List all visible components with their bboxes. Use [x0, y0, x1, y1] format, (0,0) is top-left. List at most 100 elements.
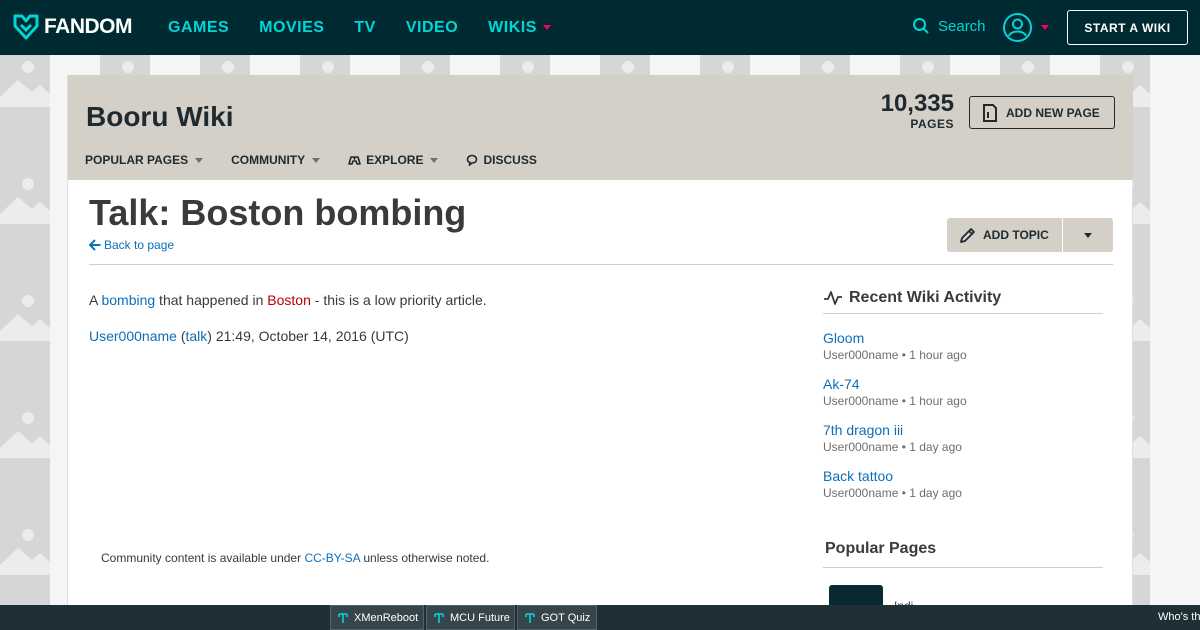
license-link[interactable]: CC-BY-SA [304, 551, 360, 565]
wiki-header: Booru Wiki 10,335 PAGES ADD NEW PAGE POP… [68, 75, 1133, 180]
page-count-number: 10,335 [880, 90, 954, 117]
wiki-name[interactable]: Booru Wiki [86, 101, 234, 133]
timestamp: ) 21:49, October 14, 2016 (UTC) [207, 328, 409, 344]
activity-meta: User000name • 1 hour ago [823, 348, 967, 362]
new-page-icon [983, 103, 997, 122]
activity-item: Gloom User000name • 1 hour ago [823, 330, 967, 362]
text: A [89, 292, 102, 308]
divider [823, 313, 1103, 314]
arrow-left-icon [89, 239, 101, 251]
antenna-icon [338, 612, 348, 623]
fandom-logo[interactable]: FANDOM [12, 13, 133, 41]
activity-icon [824, 291, 842, 305]
add-topic-label: ADD TOPIC [983, 228, 1049, 242]
fandom-logo-text: FANDOM [44, 15, 133, 38]
license-note: Community content is available under CC-… [101, 551, 489, 565]
trending-label: GOT Quiz [541, 611, 591, 624]
tab-discuss[interactable]: DISCUSS [466, 153, 537, 167]
text: - this is a low priority article. [310, 292, 487, 308]
trending-item-got-quiz[interactable]: GOT Quiz [517, 605, 597, 630]
bombing-link[interactable]: bombing [101, 292, 155, 308]
discuss-icon [467, 154, 478, 166]
start-a-wiki-button[interactable]: START A WIKI [1067, 10, 1188, 45]
trending-label: XMenReboot [354, 611, 419, 624]
signature: User000name (talk) 21:49, October 14, 20… [89, 328, 409, 344]
nav-link-label: MOVIES [259, 18, 325, 36]
popular-pages-title: Popular Pages [825, 540, 937, 557]
add-new-page-button[interactable]: ADD NEW PAGE [969, 96, 1115, 129]
tab-label: DISCUSS [483, 153, 537, 167]
recent-activity-label: Recent Wiki Activity [849, 289, 1002, 306]
text: Community content is available under [101, 551, 305, 565]
recent-activity-title: Recent Wiki Activity [823, 289, 1001, 307]
boston-link[interactable]: Boston [267, 292, 311, 308]
nav-link-tv[interactable]: TV [354, 19, 375, 37]
pencil-icon [960, 228, 975, 243]
nav-links: GAMES MOVIES TV VIDEO WIKIS [168, 0, 581, 55]
bottom-trending-bar: XMenReboot MCU Future GOT Quiz Who's th [0, 605, 1200, 630]
nav-link-label: VIDEO [405, 18, 459, 36]
user-avatar-icon [1003, 13, 1032, 42]
user-menu[interactable] [1002, 12, 1049, 43]
add-topic-dropdown[interactable] [1063, 218, 1113, 252]
activity-item: Back tattoo User000name • 1 day ago [823, 468, 962, 500]
tab-label: EXPLORE [366, 153, 424, 167]
activity-meta: User000name • 1 hour ago [823, 394, 967, 408]
activity-item: Ak-74 User000name • 1 hour ago [823, 376, 967, 408]
trending-label: MCU Future [450, 611, 510, 624]
content-paragraph: A bombing that happened in Boston - this… [89, 292, 487, 308]
nav-link-wikis[interactable]: WIKIS [488, 19, 551, 37]
chevron-down-icon [195, 157, 204, 163]
text: that happened in [155, 292, 268, 308]
tab-label: COMMUNITY [231, 153, 306, 167]
tab-community[interactable]: COMMUNITY [231, 153, 321, 167]
page-title: Talk: Boston bombing [89, 192, 467, 233]
tab-label: POPULAR PAGES [85, 153, 189, 167]
fandom-heart-icon [13, 14, 39, 40]
nav-link-label: GAMES [168, 18, 230, 36]
chevron-down-icon [430, 157, 439, 163]
divider [823, 567, 1103, 568]
divider [89, 264, 1113, 265]
tab-popular-pages[interactable]: POPULAR PAGES [85, 153, 204, 167]
activity-meta: User000name • 1 day ago [823, 440, 962, 454]
global-navigation: FANDOM GAMES MOVIES TV VIDEO WIKIS Searc… [0, 0, 1200, 55]
back-to-page-link[interactable]: Back to page [89, 238, 174, 252]
chevron-down-icon [1084, 232, 1092, 238]
add-new-page-label: ADD NEW PAGE [1006, 105, 1100, 120]
explore-icon [348, 155, 361, 165]
nav-link-video[interactable]: VIDEO [406, 19, 458, 37]
trending-item-xmenreboot[interactable]: XMenReboot [330, 605, 424, 630]
nav-link-games[interactable]: GAMES [168, 19, 229, 37]
activity-link[interactable]: Ak-74 [823, 376, 967, 392]
back-link-label: Back to page [104, 238, 175, 252]
trending-item-mcu-future[interactable]: MCU Future [426, 605, 515, 630]
activity-link[interactable]: Back tattoo [823, 468, 962, 484]
add-topic-button[interactable]: ADD TOPIC [947, 218, 1063, 252]
search-icon [913, 18, 929, 34]
search-label: Search [938, 17, 986, 35]
page-count-label: PAGES [910, 117, 954, 131]
chevron-down-icon [542, 25, 551, 30]
add-topic-group: ADD TOPIC [947, 218, 1113, 252]
activity-link[interactable]: Gloom [823, 330, 967, 346]
activity-meta: User000name • 1 day ago [823, 486, 962, 500]
nav-link-label: WIKIS [488, 18, 537, 36]
wiki-tabs: POPULAR PAGES COMMUNITY EXPLORE DISCUSS [85, 153, 565, 167]
talk-link[interactable]: talk [186, 328, 208, 344]
tab-explore[interactable]: EXPLORE [348, 153, 439, 167]
chevron-down-icon [312, 157, 321, 163]
nav-link-movies[interactable]: MOVIES [259, 19, 324, 37]
chevron-down-icon [1041, 25, 1049, 30]
activity-link[interactable]: 7th dragon iii [823, 422, 962, 438]
user-link[interactable]: User000name [89, 328, 177, 344]
activity-item: 7th dragon iii User000name • 1 day ago [823, 422, 962, 454]
page-count: 10,335 PAGES [880, 90, 954, 132]
text: ( [176, 328, 186, 344]
antenna-icon [434, 612, 444, 623]
trending-right-text[interactable]: Who's th [1158, 611, 1200, 623]
nav-search-button[interactable]: Search [912, 17, 986, 35]
text: unless otherwise noted. [360, 551, 490, 565]
nav-link-label: TV [354, 18, 376, 36]
antenna-icon [525, 612, 535, 623]
